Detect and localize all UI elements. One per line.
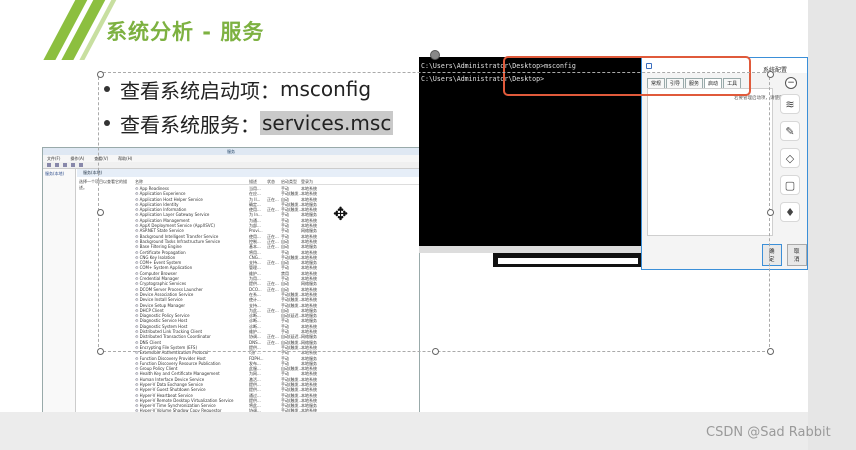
resize-handle[interactable] [767,71,774,78]
resize-handle[interactable] [97,209,104,216]
crop-icon[interactable]: ▢ [780,175,800,195]
back-icon[interactable] [47,163,51,167]
slide-title: 系统分析 - 服务 [106,20,265,44]
help-icon[interactable] [79,163,83,167]
lightbulb-icon[interactable]: ♦ [780,202,800,222]
resize-handle[interactable] [767,348,774,355]
forward-icon[interactable] [55,163,59,167]
eraser-icon[interactable]: ◇ [780,148,800,168]
resize-handle[interactable] [97,71,104,78]
tree-item-services-local[interactable]: 服务(本地) [45,171,73,177]
editor-margin [808,0,856,450]
resize-handle[interactable] [97,348,104,355]
pen-icon[interactable]: ✎ [780,121,800,141]
resize-handle[interactable] [432,348,439,355]
editor-margin [0,412,808,450]
menu-item[interactable]: 操作(A) [70,156,84,162]
rotate-handle[interactable] [430,50,440,60]
annotation-toolbar: ≋ ✎ ◇ ▢ ♦ [776,74,804,254]
resize-handle[interactable] [767,209,774,216]
refresh-icon[interactable] [63,163,67,167]
slide: 系统分析 - 服务 查看系统启动项： msconfig 查看系统服务： serv… [0,0,808,412]
services-tree: 服务(本地) [43,169,76,412]
selection-frame [98,72,770,352]
menu-item[interactable]: 文件(F) [47,156,60,162]
properties-icon[interactable] [71,163,75,167]
layers-icon[interactable]: ≋ [780,94,800,114]
watermark: CSDN @Sad Rabbit [706,425,831,440]
